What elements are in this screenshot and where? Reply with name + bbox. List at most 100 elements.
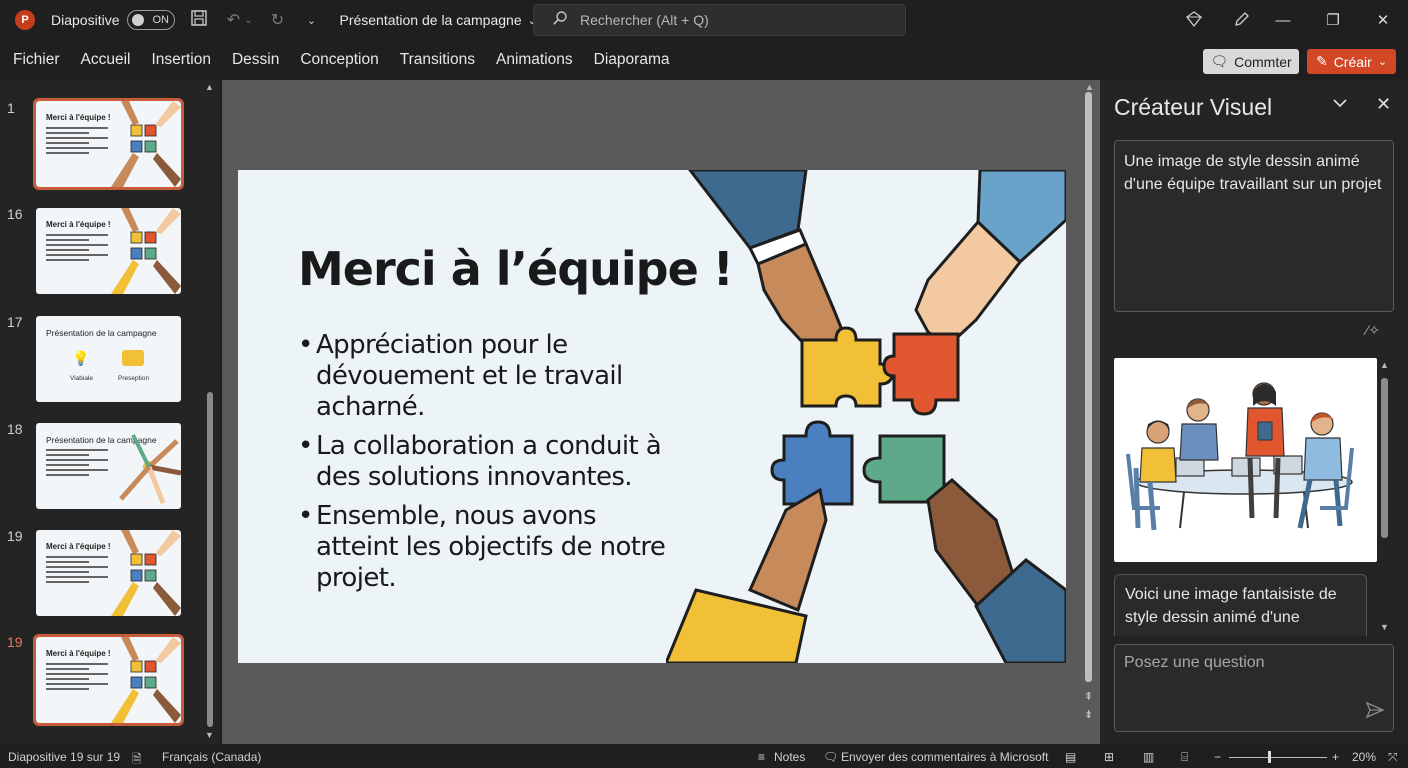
- magic-wand-icon[interactable]: ⁄✧: [1366, 322, 1380, 339]
- reading-view-icon[interactable]: ▥: [1143, 750, 1154, 764]
- pane-scrollbar[interactable]: ▲ ▼: [1378, 360, 1390, 634]
- notes-icon[interactable]: ≡: [758, 750, 765, 764]
- accessibility-icon[interactable]: 🗎: [132, 750, 142, 768]
- thumbnail-number: 16: [7, 206, 23, 222]
- status-bar: Diapositive 19 sur 19 🗎 Français (Canada…: [0, 746, 1408, 768]
- slide-thumbnail[interactable]: Merci à l'équipe !: [36, 530, 181, 616]
- comment-button-label: Commter: [1234, 53, 1292, 70]
- normal-view-icon[interactable]: ▤: [1065, 750, 1076, 764]
- create-button-label: Créair: [1333, 53, 1372, 70]
- pen-icon[interactable]: [1232, 10, 1252, 33]
- slide-bullet: La collaboration a conduit à des solutio…: [298, 431, 678, 493]
- chevron-down-icon[interactable]: [1332, 96, 1348, 114]
- search-input[interactable]: [580, 12, 880, 28]
- thumbnail-number: 19: [7, 528, 23, 544]
- thumbnail-title: Merci à l'équipe !: [46, 220, 111, 229]
- puzzle-hands-thumbnail-image: [111, 101, 181, 187]
- scroll-up-icon[interactable]: ▲: [1380, 360, 1389, 370]
- save-icon[interactable]: [189, 9, 209, 32]
- search-box[interactable]: [533, 4, 906, 36]
- tab-dessin[interactable]: Dessin: [232, 51, 279, 69]
- zoom-slider-thumb[interactable]: [1268, 751, 1271, 763]
- tab-animations[interactable]: Animations: [496, 51, 573, 69]
- thumbnails-scrollbar[interactable]: ▲ ▼: [204, 82, 216, 742]
- generated-image[interactable]: [1114, 358, 1377, 562]
- scroll-up-icon[interactable]: ▲: [1085, 82, 1094, 92]
- next-slide-icon[interactable]: ⇟: [1084, 708, 1093, 721]
- scroll-down-icon[interactable]: ▼: [1380, 622, 1389, 632]
- undo-icon[interactable]: ↶: [223, 10, 243, 30]
- fit-to-window-icon[interactable]: ⤧: [1388, 750, 1398, 765]
- autosave-toggle[interactable]: ON: [127, 10, 176, 30]
- tab-fichier[interactable]: Fichier: [13, 51, 60, 69]
- current-slide[interactable]: Merci à l’équipe ! Appréciation pour le …: [238, 170, 1066, 663]
- powerpoint-window: P Diapositive ON ↶ ⌄ ↻ ⌄ Présentation de…: [0, 0, 1408, 768]
- tab-insertion[interactable]: Insertion: [151, 51, 210, 69]
- document-title-text: Présentation de la campagne: [339, 12, 522, 28]
- customize-toolbar-icon[interactable]: ⌄: [301, 14, 321, 27]
- zoom-out-icon[interactable]: −: [1214, 750, 1221, 764]
- slide-counter[interactable]: Diapositive 19 sur 19: [8, 750, 120, 764]
- zoom-level[interactable]: 20%: [1352, 750, 1376, 764]
- previous-slide-icon[interactable]: ⇞: [1084, 690, 1093, 703]
- question-input[interactable]: [1124, 654, 1354, 694]
- tab-accueil[interactable]: Accueil: [81, 51, 131, 69]
- redo-icon[interactable]: ↻: [267, 10, 287, 30]
- slide-sorter-icon[interactable]: ⊞: [1104, 750, 1114, 764]
- close-icon[interactable]: ✕: [1376, 94, 1391, 115]
- slide-bullet-list[interactable]: Appréciation pour le dévouement et le tr…: [298, 330, 678, 602]
- toggle-state: ON: [152, 14, 169, 26]
- thumbnail-number: 17: [7, 314, 23, 330]
- language-indicator[interactable]: Français (Canada): [162, 750, 261, 764]
- slide-thumbnail[interactable]: Présentation de la campagne 💡 Viabiale P…: [36, 316, 181, 402]
- tab-transitions[interactable]: Transitions: [400, 51, 475, 69]
- undo-dropdown-chevron-icon[interactable]: ⌄: [243, 15, 253, 26]
- result-area: Voici une image fantaisiste de style des…: [1114, 358, 1394, 636]
- notes-button[interactable]: Notes: [774, 750, 805, 764]
- prompt-textbox[interactable]: Une image de style dessin animé d'une éq…: [1114, 140, 1394, 312]
- scroll-up-icon[interactable]: ▲: [205, 82, 214, 92]
- toggle-knob: [132, 14, 145, 26]
- slideshow-icon[interactable]: ⌸: [1181, 750, 1188, 765]
- powerpoint-logo-icon: P: [15, 10, 35, 30]
- thumbnail-number: 18: [7, 421, 23, 437]
- feedback-button[interactable]: Envoyer des commentaires à Microsoft: [841, 750, 1048, 764]
- puzzle-hands-thumbnail-image: [111, 530, 181, 616]
- puzzle-hands-thumbnail-image: [111, 208, 181, 294]
- restore-icon[interactable]: ❐: [1308, 11, 1358, 29]
- team-cartoon-illustration: [1126, 382, 1354, 531]
- autosave-label: Diapositive: [51, 12, 120, 28]
- thumbnail-text-lines: [46, 449, 108, 479]
- pane-scroll-thumb[interactable]: [1381, 378, 1388, 538]
- puzzle-hands-illustration[interactable]: [666, 170, 1066, 663]
- minimize-icon[interactable]: —: [1258, 12, 1308, 29]
- slide-thumbnails-pane: 1 Merci à l'équipe ! 16 Merci à l'équipe…: [0, 80, 220, 744]
- diamond-premium-icon[interactable]: [1184, 10, 1204, 33]
- share-icon: ✎: [1315, 53, 1328, 69]
- feedback-icon[interactable]: 🗨: [823, 750, 838, 764]
- question-box[interactable]: [1114, 644, 1394, 732]
- scroll-down-icon[interactable]: ▼: [205, 730, 214, 740]
- comment-button[interactable]: 🗨 Commter: [1203, 49, 1299, 74]
- close-window-icon[interactable]: ✕: [1358, 11, 1408, 29]
- create-button[interactable]: ✎ Créair ⌄: [1307, 49, 1396, 74]
- thumbnails-scroll-thumb[interactable]: [207, 392, 213, 727]
- thumbnail-number: 1: [7, 100, 15, 116]
- zoom-slider[interactable]: [1229, 757, 1327, 758]
- zoom-in-icon[interactable]: +: [1332, 750, 1339, 764]
- slide-thumbnail[interactable]: Présentation de la campagne: [36, 423, 181, 509]
- canvas-scroll-thumb[interactable]: [1085, 92, 1092, 682]
- send-icon[interactable]: [1365, 701, 1385, 724]
- result-message: Voici une image fantaisiste de style des…: [1114, 574, 1367, 636]
- tab-conception[interactable]: Conception: [300, 51, 378, 69]
- tab-diaporama[interactable]: Diaporama: [594, 51, 670, 69]
- slide-thumbnail[interactable]: Merci à l'équipe !: [36, 208, 181, 294]
- slide-thumbnail[interactable]: Merci à l'équipe !: [33, 634, 184, 726]
- comment-icon: 🗨: [1210, 53, 1229, 69]
- document-title[interactable]: Présentation de la campagne ⌄: [339, 12, 536, 28]
- slide-thumbnail[interactable]: Merci à l'équipe !: [33, 98, 184, 190]
- visual-creator-pane: Créateur Visuel ✕ Une image de style des…: [1100, 80, 1408, 744]
- canvas-scrollbar[interactable]: ▲ ▼: [1083, 82, 1095, 684]
- scroll-down-icon[interactable]: ▼: [1085, 674, 1094, 684]
- chevron-down-icon: ⌄: [1377, 56, 1388, 68]
